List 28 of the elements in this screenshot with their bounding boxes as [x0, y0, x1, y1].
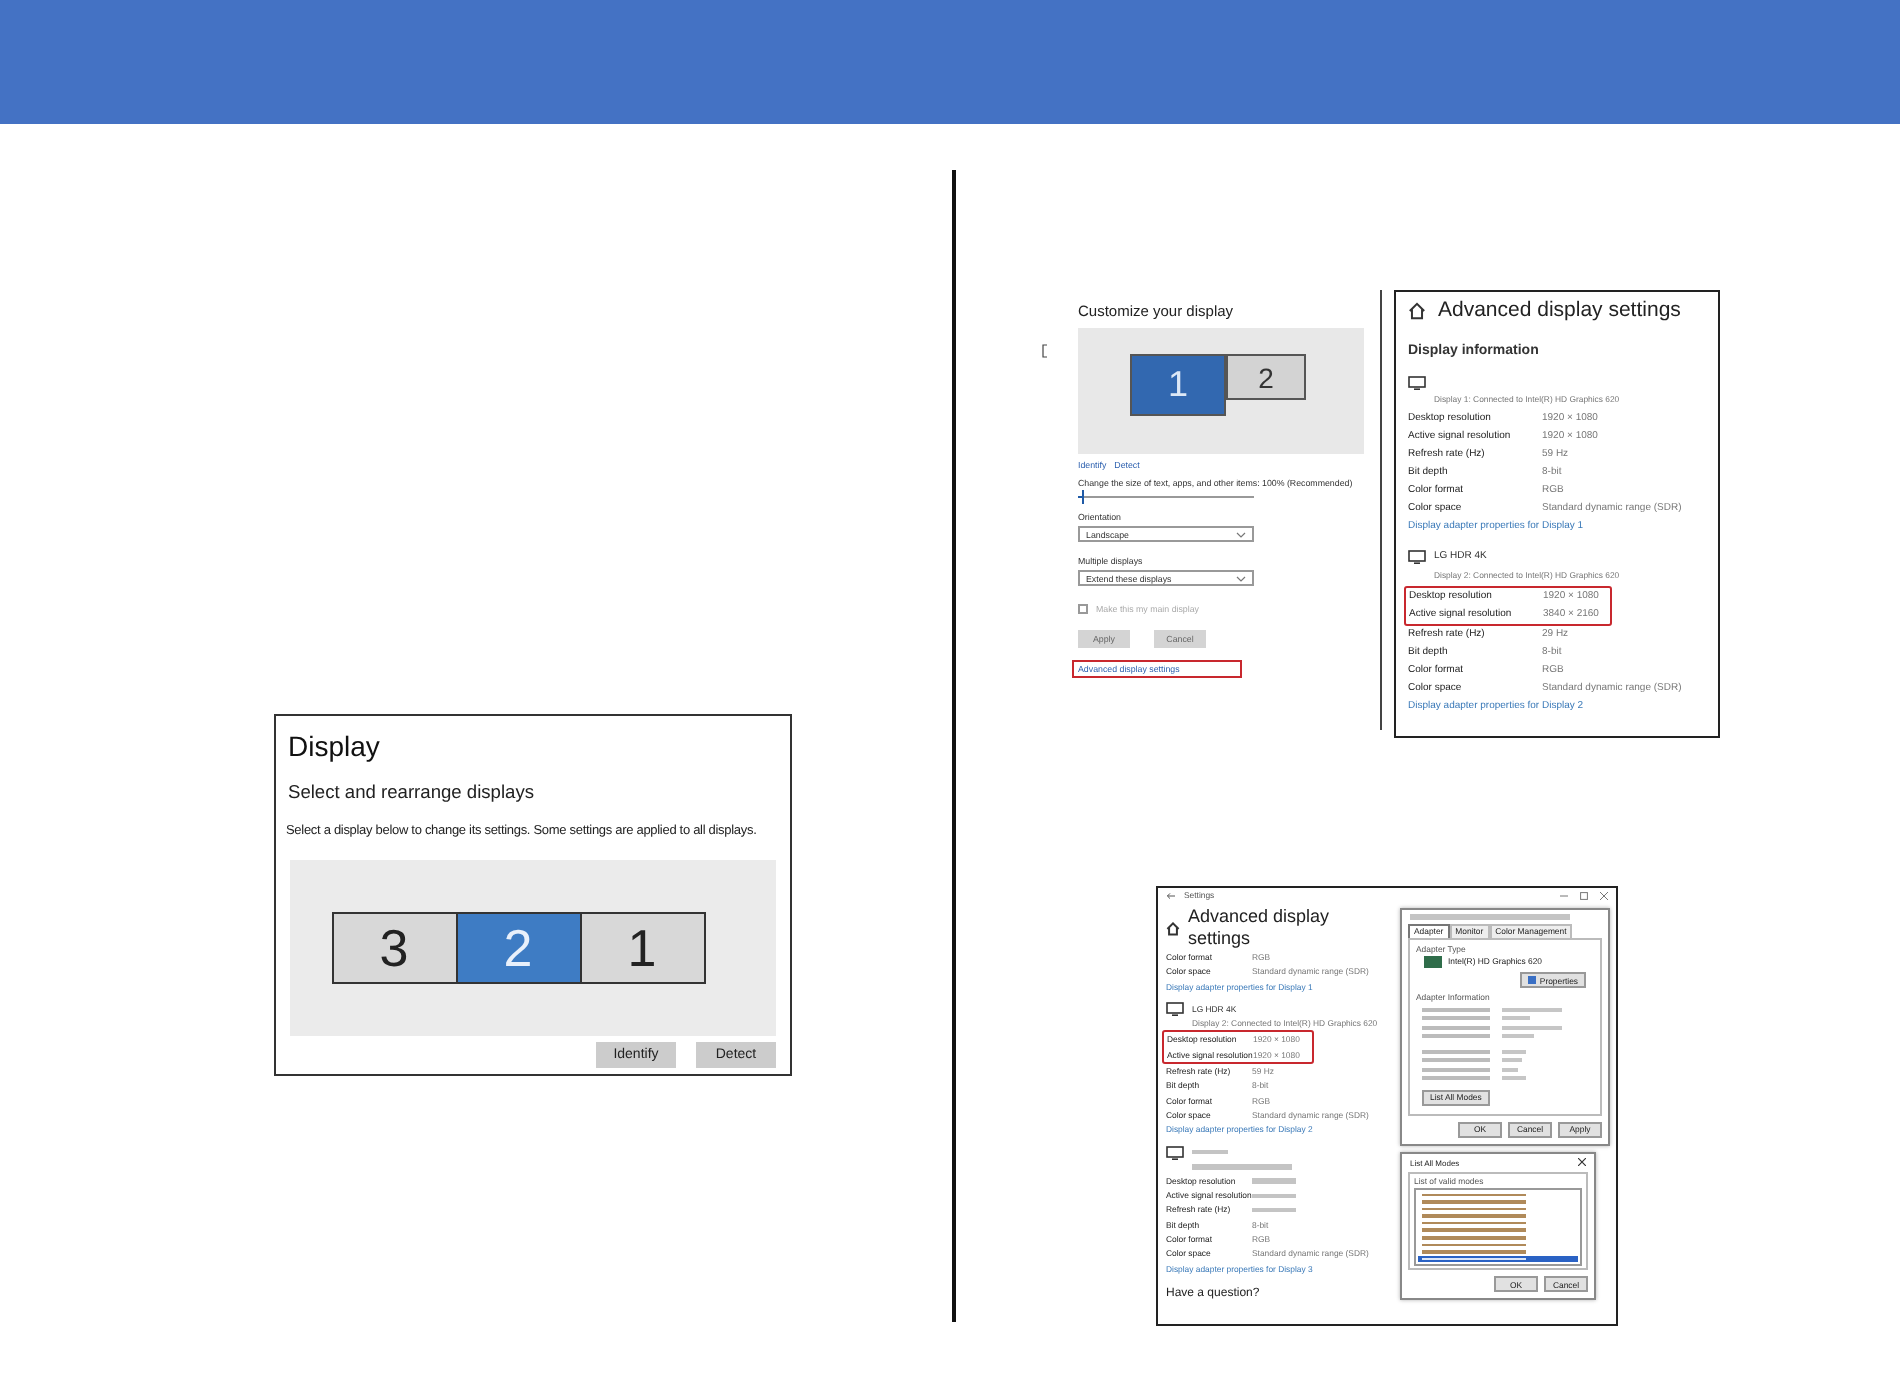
monitor-icon: [1408, 376, 1426, 390]
page-title: Advanced display settings: [1188, 906, 1332, 950]
monitor-icon: [1166, 1145, 1184, 1160]
close-icon: [1578, 1158, 1586, 1167]
page-title: Display: [288, 730, 380, 762]
blurred-text-drawing: [1252, 1207, 1296, 1213]
home-icon: [1166, 921, 1180, 935]
display-tile[interactable]: 1: [1130, 354, 1226, 416]
page-title: Advanced display settings: [1438, 298, 1681, 322]
blurred-text-drawing: [1252, 1193, 1296, 1199]
chevron-icon: [1236, 531, 1246, 537]
blurred-text-drawing: [1192, 1164, 1292, 1170]
back-arrow-icon: [1166, 891, 1176, 899]
blurred-text-drawing: [1252, 1178, 1296, 1184]
display-tile[interactable]: 2: [455, 912, 581, 984]
monitor-icon: [1166, 1002, 1184, 1017]
list-item[interactable]: [1418, 1255, 1578, 1263]
monitor-icon: [1408, 550, 1426, 564]
maximize-icon: [1580, 891, 1588, 899]
close-icon: [1600, 891, 1608, 899]
display-tile[interactable]: 1: [579, 912, 705, 984]
minimize-icon: [1560, 891, 1568, 899]
section-heading: Select and rearrange displays: [288, 782, 534, 802]
chevron-icon: [1236, 575, 1246, 581]
display-tile[interactable]: 3: [331, 912, 457, 984]
home-icon: [1408, 301, 1426, 319]
blurred-text-drawing: [1192, 1149, 1228, 1155]
display-tile[interactable]: 2: [1226, 354, 1306, 400]
